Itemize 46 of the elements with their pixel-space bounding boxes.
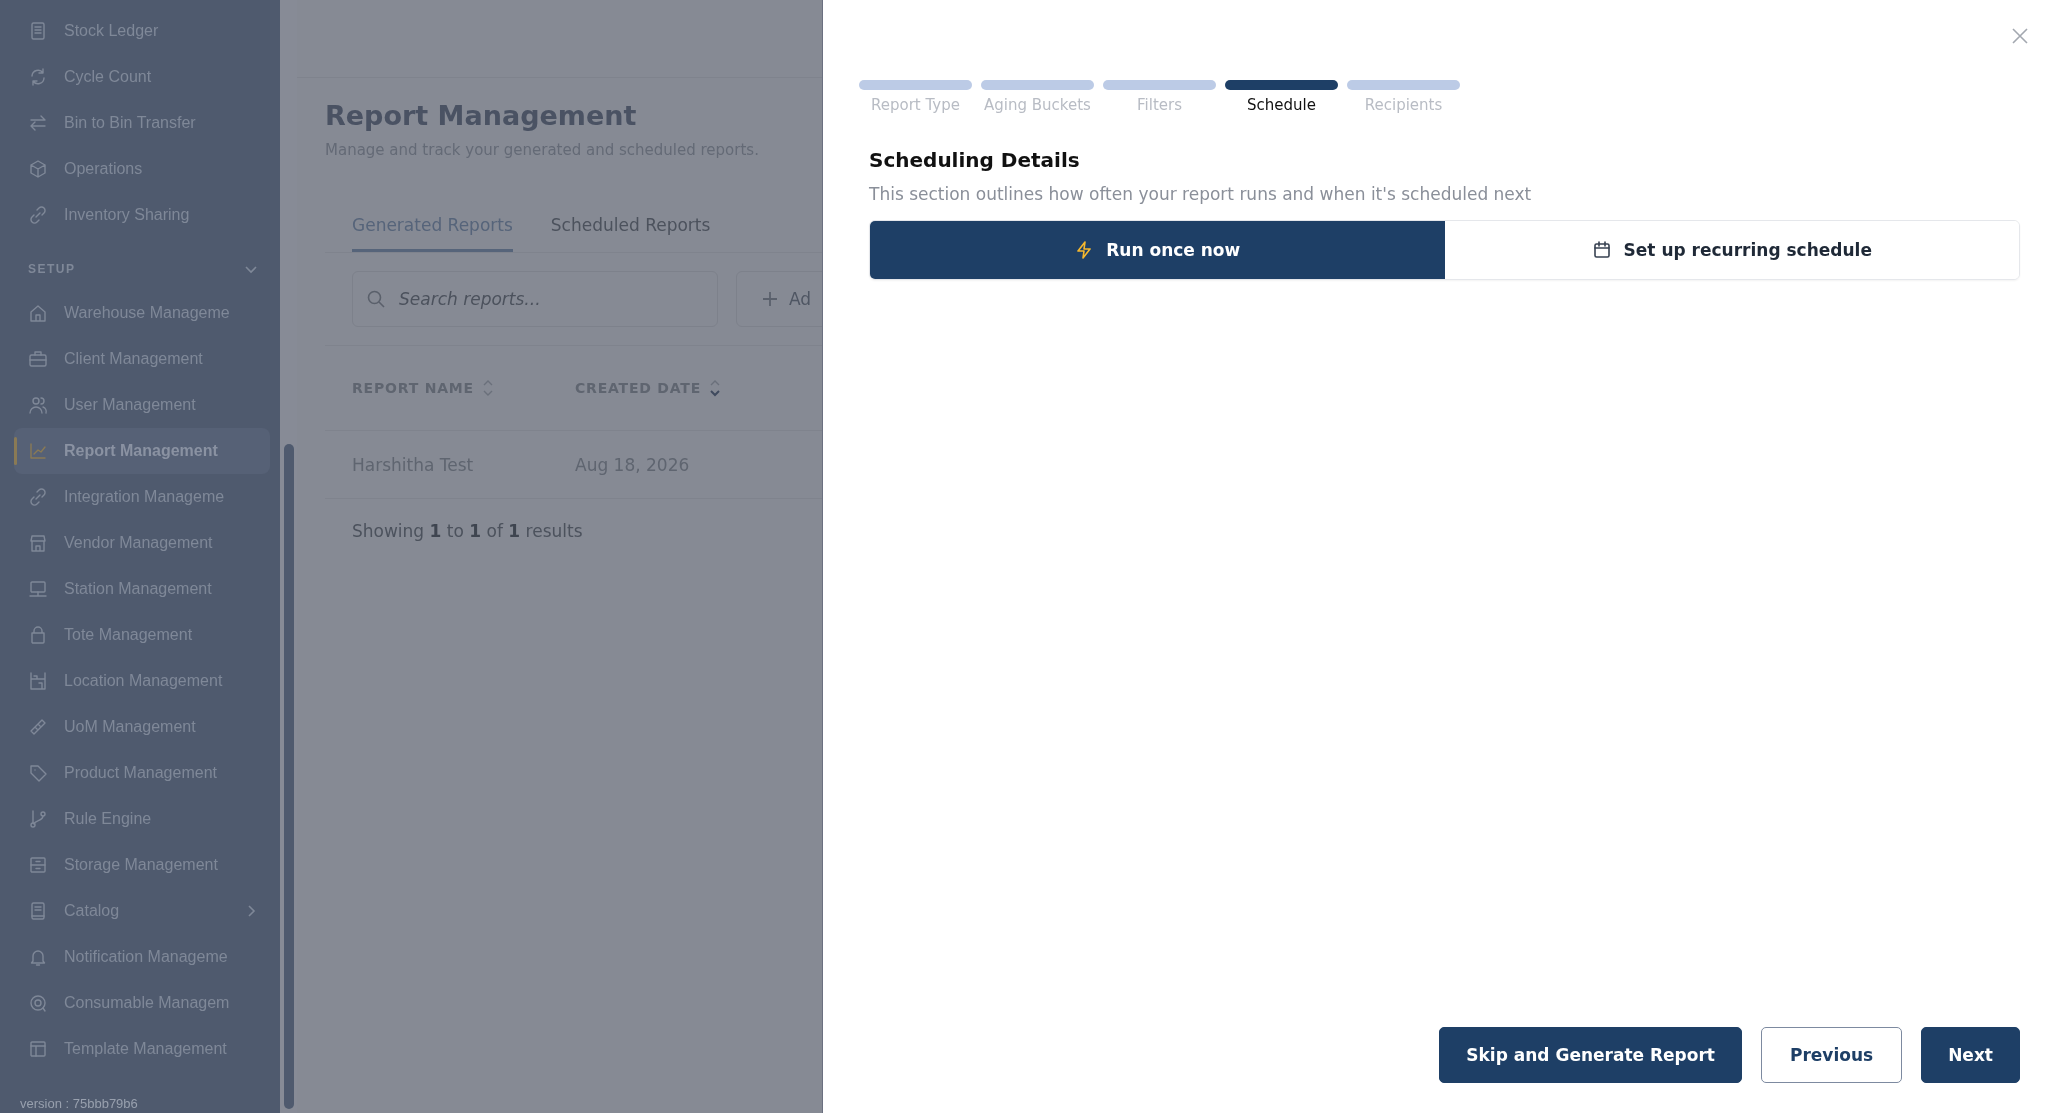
wizard-step[interactable]: Report Type xyxy=(859,80,972,114)
home-icon xyxy=(28,303,48,323)
building-icon xyxy=(28,671,48,691)
drawers-icon xyxy=(28,855,48,875)
page-title: Report Management xyxy=(325,100,638,131)
branch-icon xyxy=(28,809,48,829)
close-icon xyxy=(2010,26,2030,46)
document-icon xyxy=(28,21,48,41)
monitor-icon xyxy=(28,579,48,599)
plus-icon xyxy=(761,290,779,308)
ruler-icon xyxy=(28,717,48,737)
wizard-step[interactable]: Recipients xyxy=(1347,80,1460,114)
layout-icon xyxy=(28,1039,48,1059)
book-icon xyxy=(28,901,48,921)
results-summary: Showing 1 to 1 of 1 results xyxy=(352,521,584,541)
tag-icon xyxy=(28,763,48,783)
sort-icon[interactable] xyxy=(481,378,494,398)
tab[interactable]: Scheduled Reports xyxy=(550,209,711,252)
link-icon xyxy=(28,487,48,507)
search-field[interactable]: Search reports... xyxy=(352,271,718,327)
swap-arrows-icon xyxy=(28,113,48,133)
bell-icon xyxy=(28,947,48,967)
search-icon xyxy=(366,289,386,309)
version-label: version : 75bbb79b6 xyxy=(19,1096,139,1113)
scrollbar-thumb[interactable] xyxy=(284,444,294,1109)
calendar-icon xyxy=(1591,240,1612,260)
bag-icon xyxy=(28,625,48,645)
briefcase-icon xyxy=(28,349,48,369)
wizard-step[interactable]: Aging Buckets xyxy=(981,80,1094,114)
option-button[interactable]: Set up recurring schedule xyxy=(1444,221,2019,279)
previous-button[interactable]: Previous xyxy=(1760,1027,1903,1083)
action-button[interactable]: Skip and Generate Report xyxy=(1439,1027,1742,1083)
section-description: This section outlines how often your report runs and when it's scheduled next xyxy=(869,184,1533,204)
option-button[interactable]: Run once now xyxy=(870,221,1445,279)
cube-icon xyxy=(28,159,48,179)
link-icon xyxy=(28,205,48,225)
target-icon xyxy=(28,993,48,1013)
action-button[interactable]: Next xyxy=(1921,1027,2020,1083)
sort-icon[interactable] xyxy=(709,378,722,398)
store-icon xyxy=(28,533,48,553)
chart-icon xyxy=(28,441,48,461)
users-icon xyxy=(28,395,48,415)
wizard-step[interactable]: Schedule xyxy=(1225,80,1338,114)
refresh-icon xyxy=(28,67,48,87)
wizard-step[interactable]: Filters xyxy=(1103,80,1216,114)
section-title: Scheduling Details xyxy=(869,148,1081,172)
